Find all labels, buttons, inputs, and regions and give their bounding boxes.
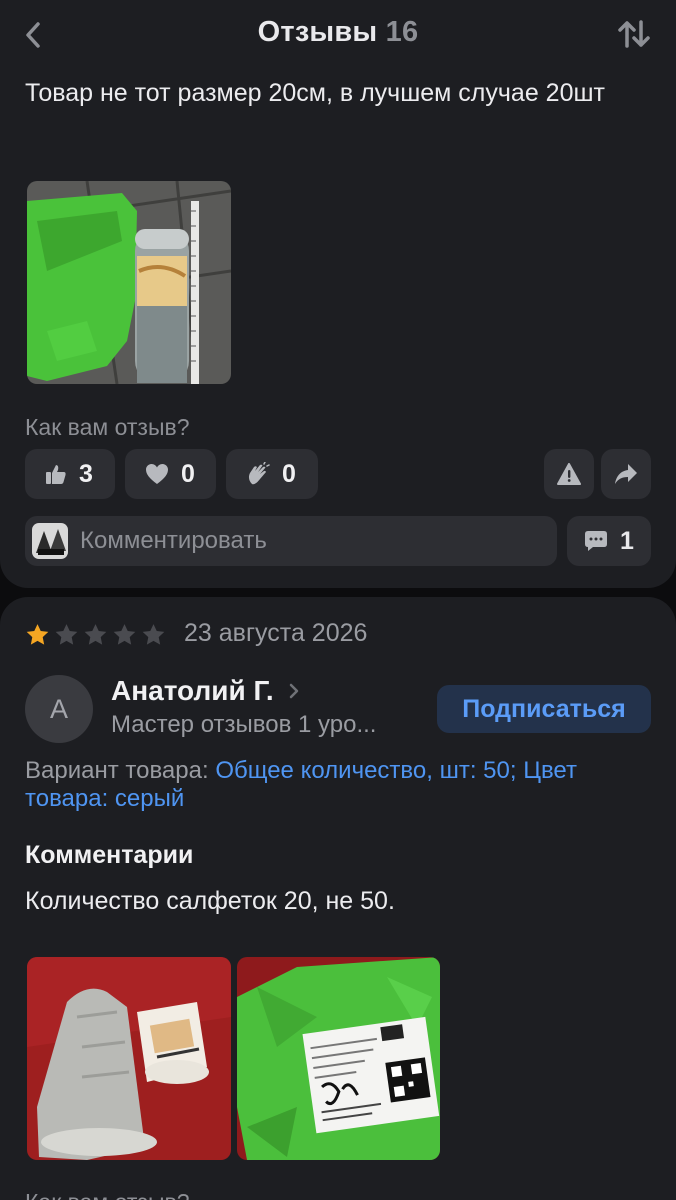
star-icon — [26, 624, 49, 645]
sort-icon — [618, 20, 650, 48]
user-avatar — [32, 523, 68, 559]
review-photo[interactable] — [27, 957, 231, 1160]
heart-button[interactable]: 0 — [125, 449, 216, 499]
author-avatar[interactable]: А — [25, 675, 93, 743]
comment-bubble-icon — [585, 531, 608, 551]
review-photo[interactable] — [237, 957, 440, 1160]
review-date: 23 августа 2026 — [184, 619, 368, 647]
heart-icon — [146, 464, 168, 484]
review-count: 16 — [385, 16, 419, 48]
comment-input[interactable]: Комментировать — [25, 516, 557, 566]
like-button[interactable]: 3 — [25, 449, 115, 499]
report-button[interactable] — [544, 449, 594, 499]
author-name-text: Анатолий Г. — [111, 675, 274, 706]
review-card: Товар не тот размер 20см, в лучшем случа… — [0, 60, 676, 588]
review-text: Товар не тот размер 20см, в лучшем случа… — [25, 79, 605, 107]
sort-button[interactable] — [616, 16, 652, 52]
star-icon — [113, 624, 136, 645]
review-photo[interactable] — [27, 181, 231, 384]
share-button[interactable] — [601, 449, 651, 499]
product-variant: Вариант товара: Общее количество, шт: 50… — [25, 757, 645, 813]
page-title-text: Отзывы — [257, 16, 378, 48]
page-title: Отзывы 16 — [0, 16, 676, 49]
author-name[interactable]: Анатолий Г. — [111, 675, 300, 707]
author-rank: Мастер отзывов 1 уро... — [111, 711, 377, 738]
star-icon — [84, 624, 107, 645]
comments-button[interactable]: 1 — [567, 516, 651, 566]
comments-heading: Комментарии — [25, 841, 194, 869]
star-icon — [142, 624, 165, 645]
warning-icon — [557, 463, 581, 485]
comment-count: 1 — [620, 526, 634, 555]
clap-button[interactable]: 0 — [226, 449, 318, 499]
helpful-question: Как вам отзыв? — [25, 414, 190, 440]
variant-label: Вариант товара: — [25, 757, 209, 784]
star-icon — [55, 624, 78, 645]
clap-icon — [248, 462, 270, 485]
heart-count: 0 — [181, 459, 195, 488]
rating-stars — [25, 623, 166, 647]
clap-count: 0 — [282, 459, 296, 488]
share-icon — [615, 464, 637, 484]
helpful-question: Как вам отзыв? — [25, 1189, 190, 1200]
chevron-right-icon — [289, 683, 298, 699]
like-count: 3 — [79, 459, 93, 488]
thumbs-up-icon — [46, 465, 66, 484]
subscribe-button[interactable]: Подписаться — [437, 685, 651, 733]
comment-placeholder: Комментировать — [80, 527, 267, 554]
review-card: 23 августа 2026 А Анатолий Г. Мастер отз… — [0, 597, 676, 1200]
review-comment: Количество салфеток 20, не 50. — [25, 887, 395, 915]
